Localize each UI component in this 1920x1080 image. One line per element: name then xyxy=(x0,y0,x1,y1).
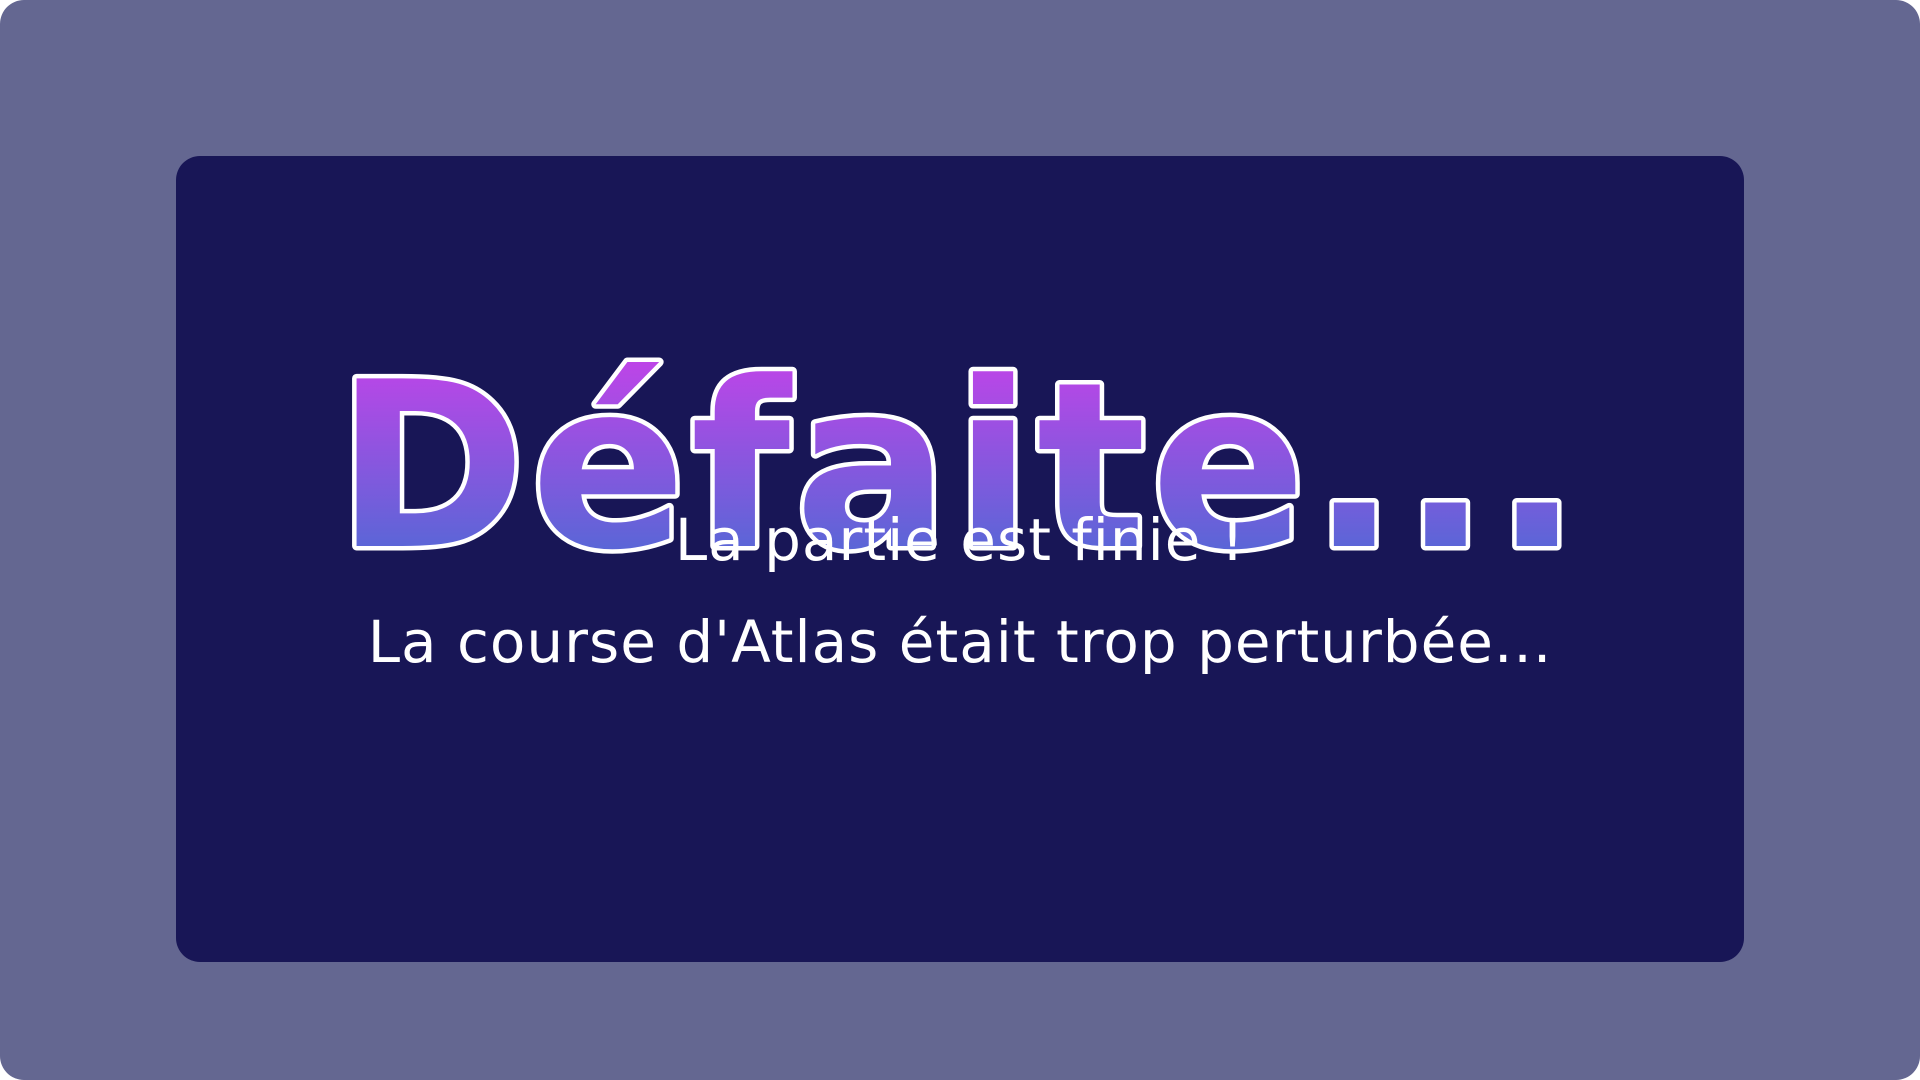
defeat-panel: Défaite... La partie est finie ! La cour… xyxy=(176,156,1744,962)
defeat-reason-message: La course d'Atlas était trop perturbée..… xyxy=(367,608,1553,676)
game-over-message: La partie est finie ! xyxy=(674,506,1246,574)
outer-frame: Défaite... La partie est finie ! La cour… xyxy=(0,0,1920,1080)
